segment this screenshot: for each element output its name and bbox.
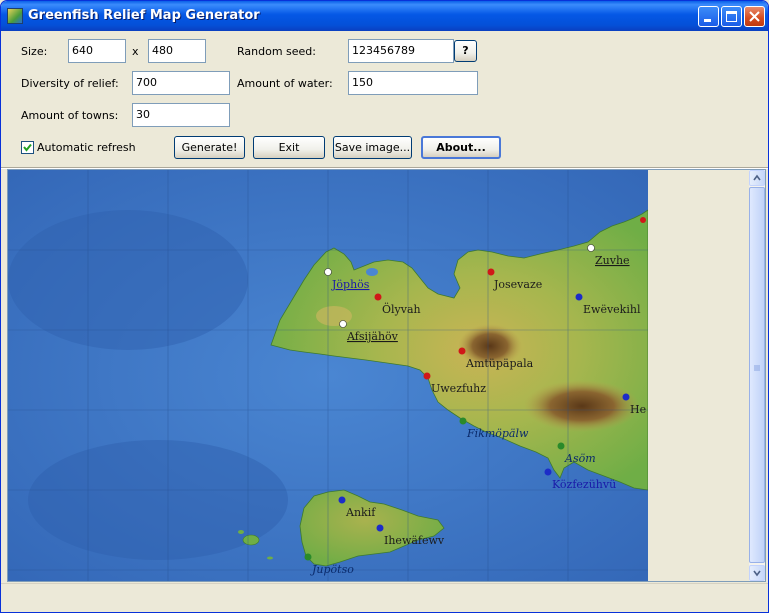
water-label: Amount of water: [237,77,333,90]
town-marker-edge [640,217,646,223]
town-marker-josevaze [487,268,495,276]
deep-sea-patch [8,210,248,350]
town-marker-jupotso [304,553,312,561]
town-marker-zuvhe [587,244,595,252]
window-title: Greenfish Relief Map Generator [28,8,260,23]
minimize-icon [704,19,711,22]
towns-label: Amount of towns: [21,109,119,122]
town-label-uwezfuhz: Uwezfuhz [431,382,486,395]
random-seed-button[interactable]: ? [454,40,477,62]
town-label-olyvah: Ölyvah [382,302,421,316]
main-window: Greenfish Relief Map Generator Size: 640… [0,0,769,613]
town-label-amtupapala: Amtüpäpala [465,357,534,370]
height-input[interactable]: 480 [148,39,206,63]
about-button[interactable]: About... [421,136,501,159]
size-label: Size: [21,45,48,58]
maximize-button[interactable] [721,6,742,27]
town-label-ihewafewv: Ihewäfewv [384,534,445,547]
width-input[interactable]: 640 [68,39,126,63]
town-marker-uwezfuhz [423,372,431,380]
town-marker-fikmopalw [459,417,467,425]
islet [267,556,273,560]
town-marker-kozfezuhvu [544,468,552,476]
mountain-range [524,380,640,432]
app-icon [7,8,23,24]
town-marker-olyvah [374,293,382,301]
scroll-thumb[interactable] [749,187,765,563]
maximize-icon [726,11,737,22]
lake [366,268,378,276]
relief-map: Zuvhe Jöphös Josevaze Ölyvah Ewëvekihl A… [8,170,648,581]
town-label-he: He [630,403,646,416]
town-marker-amtupapala [458,347,466,355]
town-marker-ewevekihl [575,293,583,301]
close-button[interactable] [744,6,765,27]
scroll-up-button[interactable] [749,170,765,186]
checkmark-icon [23,143,32,152]
town-marker-asom [557,442,565,450]
town-label-jophos: Jöphös [331,278,370,291]
islet [238,530,244,534]
generate-button[interactable]: Generate! [174,136,245,159]
islet [242,534,260,546]
size-x-label: x [132,45,139,58]
close-icon [749,11,760,22]
map-viewport[interactable]: Zuvhe Jöphös Josevaze Ölyvah Ewëvekihl A… [7,169,766,582]
arrow-up-icon [753,174,761,181]
town-marker-ankif [338,496,346,504]
town-marker-jophos [324,268,332,276]
save-image-button[interactable]: Save image... [333,136,412,159]
arrow-down-icon [753,570,761,577]
scroll-down-button[interactable] [749,565,765,581]
town-label-ankif: Ankif [345,506,376,519]
diversity-input[interactable]: 700 [132,71,230,95]
seed-label: Random seed: [237,45,316,58]
title-bar[interactable]: Greenfish Relief Map Generator [1,1,768,31]
town-marker-afsijahov [339,320,347,328]
town-marker-ihewafewv [376,524,384,532]
town-label-zuvhe: Zuvhe [595,254,630,267]
auto-refresh-label[interactable]: Automatic refresh [37,141,136,154]
town-label-jupotso: Jupötso [310,563,354,576]
town-label-kozfezuhvu: Közfezühvü [552,478,616,491]
seed-input[interactable]: 123456789 [348,39,454,63]
vertical-scrollbar[interactable] [749,170,765,581]
town-label-josevaze: Josevaze [493,278,542,291]
town-label-afsijahov: Afsijähöv [346,330,399,343]
town-label-ewevekihl: Ewëvekihl [583,303,641,316]
diversity-label: Diversity of relief: [21,77,119,90]
exit-button[interactable]: Exit [253,136,325,159]
town-label-fikmopalw: Fikmöpälw [466,427,529,440]
minimize-button[interactable] [698,6,719,27]
status-bar [1,583,768,612]
auto-refresh-checkbox[interactable] [21,141,34,154]
town-label-asom: Asöm [564,452,596,465]
towns-input[interactable]: 30 [132,103,230,127]
grip-icon [754,365,760,371]
town-marker-he [622,393,630,401]
water-input[interactable]: 150 [348,71,478,95]
